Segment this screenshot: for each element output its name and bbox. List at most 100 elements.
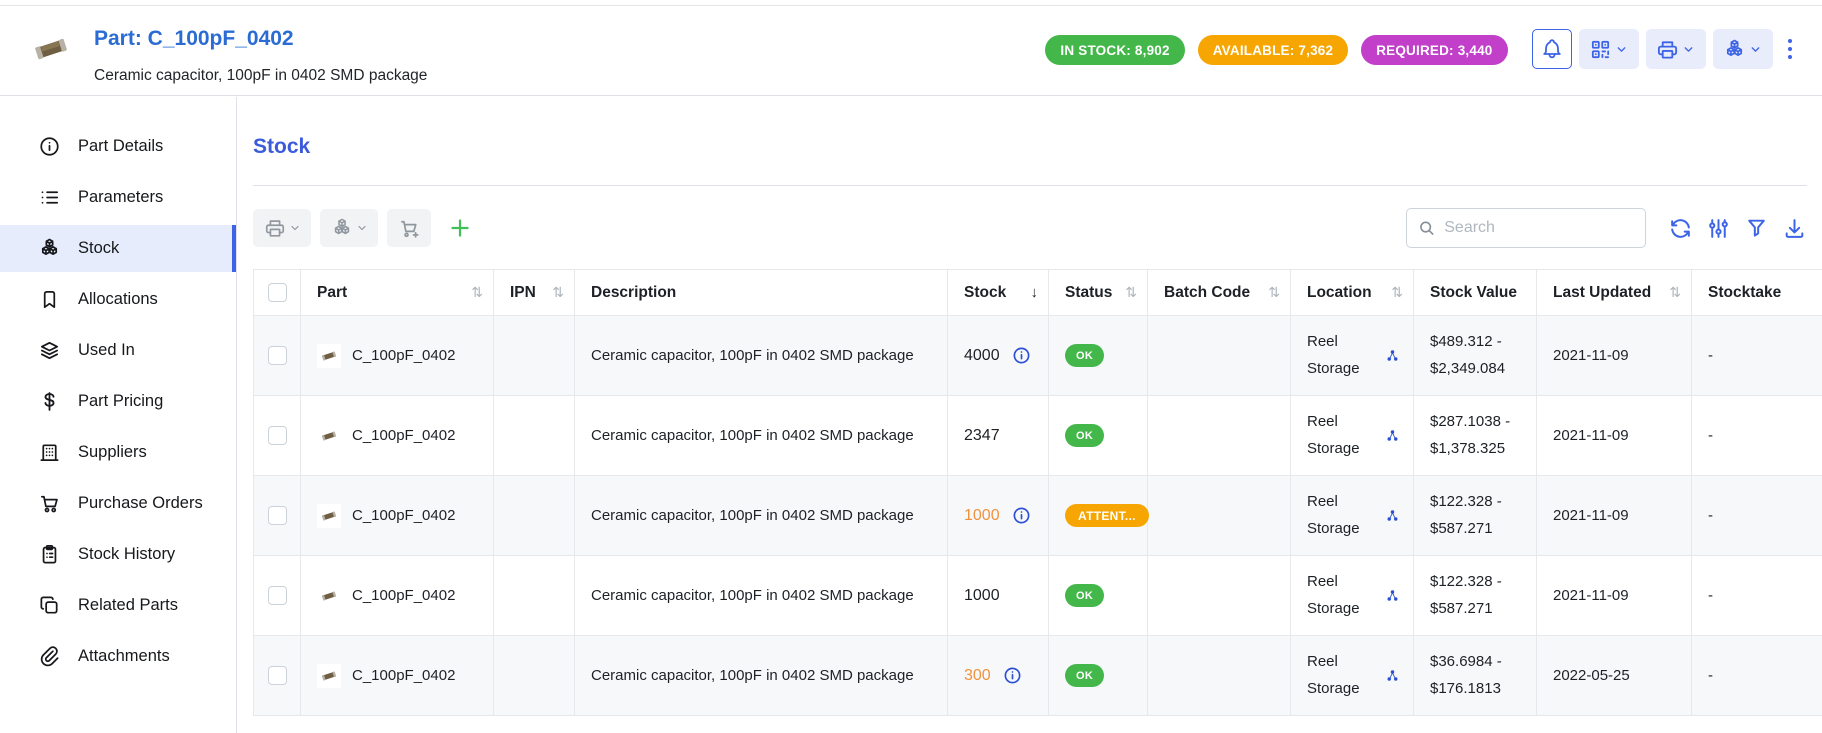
menu-dots-button[interactable] [1780,39,1801,60]
column-header-location[interactable]: Location⇅ [1291,270,1414,316]
printer-icon [264,217,286,239]
capacitor-image-icon [31,29,71,69]
row-checkbox[interactable] [268,586,287,605]
table-row[interactable]: C_100pF_0402 Ceramic capacitor, 100pF in… [254,556,1822,636]
download-button[interactable] [1782,216,1807,241]
sort-icon[interactable]: ⇅ [1669,284,1681,301]
refresh-icon [1668,216,1693,241]
table-toolbar [253,208,1807,248]
sort-icon[interactable]: ⇅ [1125,284,1137,301]
sort-desc-icon[interactable]: ↓ [1031,280,1039,306]
sidebar-item-label: Related Parts [78,596,178,615]
header-actions [1532,29,1801,69]
stock-table: Part⇅ IPN⇅ Description Stock↓ Status⇅ Ba… [253,269,1822,716]
sort-icon[interactable]: ⇅ [471,284,483,301]
part-name[interactable]: C_100pF_0402 [352,427,455,444]
part-thumbnail-icon [317,504,341,528]
table-row[interactable]: C_100pF_0402 Ceramic capacitor, 100pF in… [254,316,1822,396]
column-header-part[interactable]: Part⇅ [301,270,494,316]
sidebar-item-stock[interactable]: Stock [0,225,236,272]
column-header-last-updated[interactable]: Last Updated⇅ [1537,270,1692,316]
order-stock-button[interactable] [387,209,431,247]
add-stock-item-button[interactable] [440,209,480,247]
row-checkbox[interactable] [268,426,287,445]
last-updated-cell: 2022-05-25 [1537,636,1692,716]
description-cell: Ceramic capacitor, 100pF in 0402 SMD pac… [575,396,948,476]
sidebar-item-part-details[interactable]: Part Details [0,123,236,170]
location-link[interactable]: Reel Storage [1307,569,1382,622]
location-link[interactable]: Reel Storage [1307,409,1382,462]
sort-icon[interactable]: ⇅ [552,284,564,301]
part-thumbnail-icon [317,344,341,368]
part-name[interactable]: C_100pF_0402 [352,667,455,684]
notification-bell-button[interactable] [1532,29,1572,69]
sidebar-item-part-pricing[interactable]: Part Pricing [0,378,236,425]
printer-icon [1656,38,1679,61]
cart-icon [38,492,61,515]
column-header-status[interactable]: Status⇅ [1049,270,1148,316]
select-all-checkbox[interactable] [268,283,287,302]
sidebar-item-allocations[interactable]: Allocations [0,276,236,323]
table-row[interactable]: C_100pF_0402 Ceramic capacitor, 100pF in… [254,476,1822,556]
column-header-batch-code[interactable]: Batch Code⇅ [1148,270,1291,316]
sidebar-item-attachments[interactable]: Attachments [0,633,236,680]
status-badge: OK [1065,584,1104,607]
last-updated-cell: 2021-11-09 [1537,316,1692,396]
sort-icon[interactable]: ⇅ [1268,284,1280,301]
row-checkbox[interactable] [268,666,287,685]
table-columns-button[interactable] [1706,216,1731,241]
stock-actions-button[interactable] [1713,29,1773,69]
column-header-description: Description [575,270,948,316]
sidebar-item-parameters[interactable]: Parameters [0,174,236,221]
location-link[interactable]: Reel Storage [1307,489,1382,542]
sidebar-item-purchase-orders[interactable]: Purchase Orders [0,480,236,527]
chevron-down-icon [289,222,301,234]
sort-icon[interactable]: ⇅ [1391,284,1403,301]
column-header-stock[interactable]: Stock↓ [948,270,1049,316]
info-icon[interactable] [1012,346,1031,365]
page-title: Part: C_100pF_0402 [94,27,427,51]
table-search[interactable] [1406,208,1646,248]
sidebar-item-stock-history[interactable]: Stock History [0,531,236,578]
location-link[interactable]: Reel Storage [1307,649,1382,702]
chevron-down-icon [1749,43,1762,56]
sidebar-item-used-in[interactable]: Used In [0,327,236,374]
description-cell: Ceramic capacitor, 100pF in 0402 SMD pac… [575,636,948,716]
sidebar-item-related-parts[interactable]: Related Parts [0,582,236,629]
section-title: Stock [253,135,1822,159]
location-link[interactable]: Reel Storage [1307,329,1382,382]
row-checkbox[interactable] [268,346,287,365]
batch-code-cell [1148,556,1291,636]
info-icon[interactable] [1003,666,1022,685]
row-checkbox[interactable] [268,506,287,525]
column-header-ipn[interactable]: IPN⇅ [494,270,575,316]
status-badge: ATTENT... [1065,504,1149,527]
table-row[interactable]: C_100pF_0402 Ceramic capacitor, 100pF in… [254,396,1822,476]
sidebar-item-suppliers[interactable]: Suppliers [0,429,236,476]
stock-actions-dropdown-button[interactable] [320,209,378,247]
sidebar-item-label: Part Pricing [78,392,163,411]
refresh-button[interactable] [1668,216,1693,241]
part-thumbnail[interactable] [30,28,72,70]
download-icon [1782,216,1807,241]
part-header: Part: C_100pF_0402 Ceramic capacitor, 10… [0,6,1822,96]
search-input[interactable] [1444,219,1635,237]
building-icon [38,441,61,464]
print-actions-dropdown-button[interactable] [253,209,311,247]
table-row[interactable]: C_100pF_0402 Ceramic capacitor, 100pF in… [254,636,1822,716]
part-name[interactable]: C_100pF_0402 [352,587,455,604]
bell-icon [1540,37,1564,61]
print-actions-button[interactable] [1646,29,1706,69]
stock-value-cell: $36.6984 - $176.1813 [1414,636,1537,716]
stock-value-cell: $122.328 - $587.271 [1414,556,1537,636]
stocktake-cell: - [1692,396,1822,476]
qr-code-icon [1589,38,1612,61]
required-badge: REQUIRED: 3,440 [1361,35,1507,65]
part-name[interactable]: C_100pF_0402 [352,347,455,364]
last-updated-cell: 2021-11-09 [1537,396,1692,476]
part-name[interactable]: C_100pF_0402 [352,507,455,524]
barcode-actions-button[interactable] [1579,29,1639,69]
filter-button[interactable] [1744,216,1769,241]
info-icon[interactable] [1012,506,1031,525]
sidebar-item-label: Stock History [78,545,175,564]
